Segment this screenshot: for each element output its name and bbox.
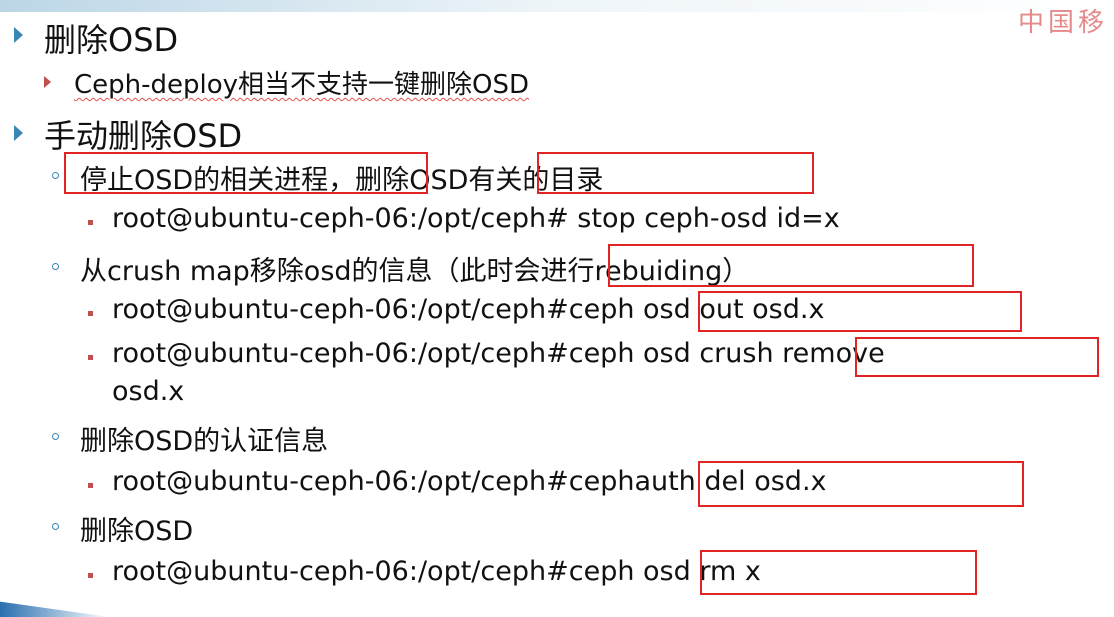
bullet-triangle-small-icon: [44, 76, 51, 88]
cmd-stop-osd: root@ubuntu-ceph-06:/opt/ceph# stop ceph…: [112, 203, 840, 234]
bullet-ring-icon: [52, 172, 59, 179]
highlight-box: [608, 244, 974, 287]
bullet-ring-icon: [52, 523, 59, 530]
bullet-ring-icon: [52, 433, 59, 440]
highlight-box: [698, 461, 1024, 507]
bullet-square-icon: [88, 311, 93, 316]
slide: 中国移 删除OSD Ceph-deploy相当不支持一键删除OSD 手动删除OS…: [0, 0, 1114, 617]
highlight-box: [700, 550, 977, 595]
bullet-square-icon: [88, 355, 93, 360]
step-delete-osd: 删除OSD: [80, 516, 194, 547]
step-delete-auth: 删除OSD的认证信息: [80, 426, 329, 457]
highlight-box: [537, 152, 814, 194]
ceph-deploy-note: Ceph-deploy相当不支持一键删除OSD: [74, 70, 530, 100]
bullet-triangle-icon: [14, 125, 23, 141]
bullet-square-icon: [88, 220, 93, 225]
highlight-box: [698, 291, 1022, 332]
bullet-triangle-icon: [14, 27, 23, 43]
bullet-ring-icon: [52, 263, 59, 270]
bullet-square-icon: [88, 573, 93, 578]
heading-manual-delete-osd: 手动删除OSD: [44, 117, 243, 155]
bottom-corner-accent: [0, 601, 110, 617]
cmd-osd-rm: root@ubuntu-ceph-06:/opt/ceph#ceph osd r…: [112, 556, 761, 587]
top-gradient-band: [0, 0, 1114, 12]
bullet-square-icon: [88, 483, 93, 488]
cmd-crush-remove-cont: osd.x: [112, 376, 185, 407]
logo: 中国移: [1018, 8, 1109, 34]
highlight-box: [64, 152, 428, 194]
highlight-box: [855, 337, 1099, 377]
heading-delete-osd: 删除OSD: [44, 21, 179, 59]
cmd-crush-remove: root@ubuntu-ceph-06:/opt/ceph#ceph osd c…: [112, 338, 885, 369]
